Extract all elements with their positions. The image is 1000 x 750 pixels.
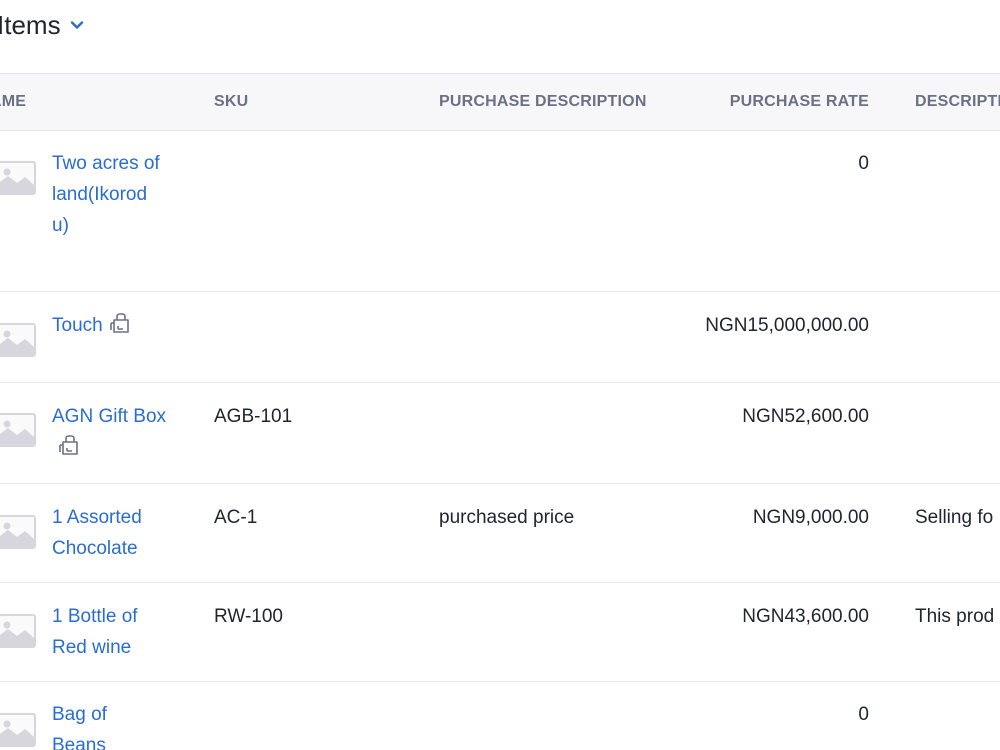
table-row[interactable]: Two acres of land(Ikorodu) 0 <box>0 130 1000 292</box>
image-placeholder-icon <box>0 515 36 549</box>
item-name-link[interactable]: AGN Gift Box <box>52 406 166 427</box>
item-purchase-rate: 0 <box>858 153 869 174</box>
item-purchase-rate: NGN52,600.00 <box>742 406 869 427</box>
column-header-purchase-description[interactable]: PURCHASE DESCRIPTION <box>439 74 647 130</box>
page-header: Items <box>0 8 85 42</box>
item-purchase-rate: 0 <box>858 704 869 725</box>
item-purchase-rate: NGN15,000,000.00 <box>705 315 869 336</box>
item-name-cell[interactable]: AGN Gift Box <box>52 401 172 466</box>
image-placeholder-icon <box>0 323 36 357</box>
item-name-cell[interactable]: Touch <box>52 310 202 344</box>
composite-item-icon <box>109 312 131 344</box>
composite-item-icon <box>58 434 80 466</box>
image-placeholder-icon <box>0 713 36 747</box>
column-header-sku[interactable]: SKU <box>214 74 248 130</box>
item-name-link[interactable]: 1 Assorted Chocolate <box>52 502 172 564</box>
page-title: Items <box>0 9 61 40</box>
item-description: Selling fo <box>915 507 994 528</box>
table-row[interactable]: 1 Bottle of Red wine RW-100 NGN43,600.00… <box>0 583 1000 682</box>
item-purchase-rate: NGN43,600.00 <box>742 606 869 627</box>
item-name-link[interactable]: 1 Bottle of Red wine <box>52 601 162 663</box>
image-placeholder-icon <box>0 614 36 648</box>
table-row[interactable]: Touch NGN15,000,000.00 <box>0 292 1000 383</box>
item-description: This prod <box>915 606 995 627</box>
column-header-purchase-rate[interactable]: PURCHASE RATE <box>730 74 869 130</box>
item-name-link[interactable]: Two acres of land(Ikorodu) <box>52 148 162 241</box>
item-purchase-rate: NGN9,000.00 <box>752 507 869 528</box>
column-header-name[interactable]: AME <box>0 74 26 130</box>
table-header: AME SKU PURCHASE DESCRIPTION PURCHASE RA… <box>0 73 1000 131</box>
items-table-body: Two acres of land(Ikorodu) 0 Touch NGN15… <box>0 130 1000 750</box>
item-purchase-description: purchased price <box>439 507 575 528</box>
item-name-link[interactable]: Touch <box>52 315 103 336</box>
chevron-down-icon[interactable] <box>69 17 85 33</box>
column-header-description[interactable]: DESCRIPTI <box>915 74 1000 130</box>
table-row[interactable]: Bag of Beans 0 <box>0 682 1000 750</box>
item-sku: AGB-101 <box>214 406 293 427</box>
item-sku: RW-100 <box>214 606 283 627</box>
table-row[interactable]: AGN Gift Box AGB-101 NGN52,600.00 <box>0 383 1000 484</box>
image-placeholder-icon <box>0 413 36 447</box>
image-placeholder-icon <box>0 161 36 195</box>
item-sku: AC-1 <box>214 507 258 528</box>
item-name-link[interactable]: Bag of Beans <box>52 699 132 750</box>
table-row[interactable]: 1 Assorted Chocolate AC-1 purchased pric… <box>0 484 1000 583</box>
items-page: Items AME SKU PURCHASE DESCRIPTION PURCH… <box>0 0 1000 750</box>
